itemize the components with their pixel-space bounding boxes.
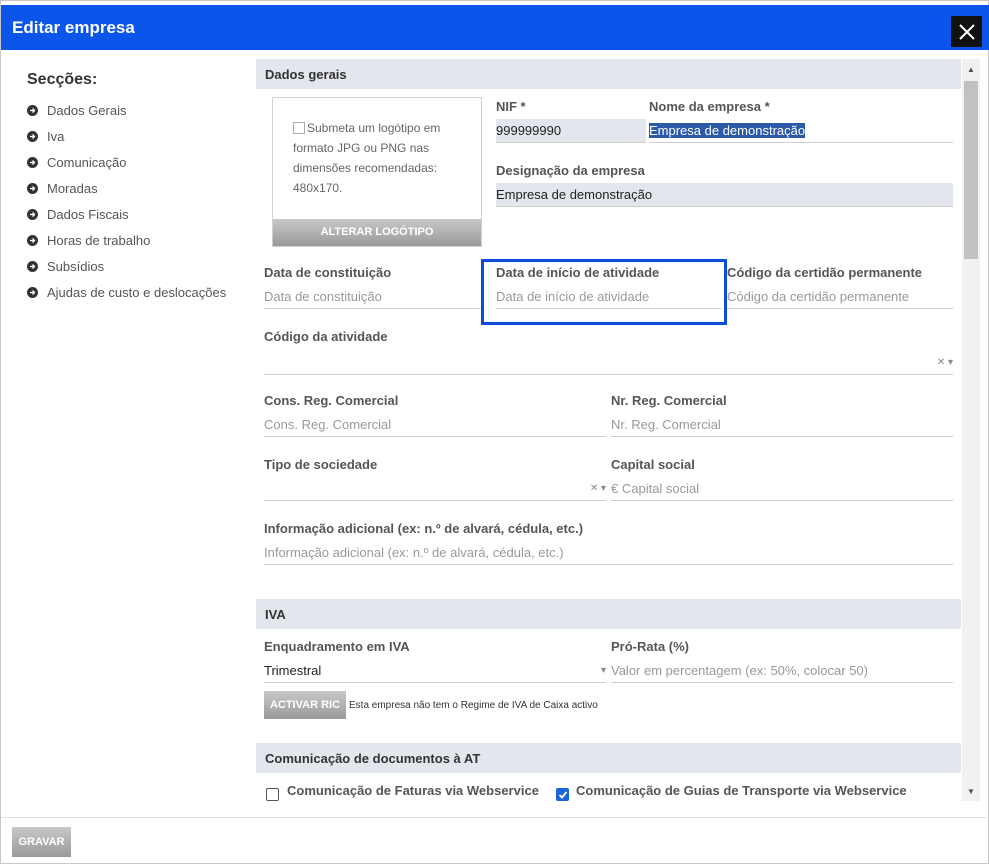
sidebar-item-label: Subsídios — [47, 258, 105, 274]
nr-reg-placeholder: Nr. Reg. Comercial — [611, 417, 721, 432]
arrow-circle-icon — [27, 156, 38, 168]
activity-code-select[interactable]: ✕ ▾ — [264, 351, 953, 375]
additional-info-label: Informação adicional (ex: n.º de alvará,… — [264, 521, 584, 536]
sidebar-item-comunicacao[interactable]: Comunicação — [27, 149, 247, 175]
sidebar-item-label: Iva — [47, 128, 65, 144]
sidebar-item-dados-gerais[interactable]: Dados Gerais — [27, 97, 247, 123]
logo-alt-text: Submeta um logótipo em formato JPG ou PN… — [293, 121, 441, 195]
company-name-value: Empresa de demonstração — [649, 123, 806, 138]
arrow-circle-icon — [27, 234, 38, 246]
company-type-select[interactable]: ✕ ▾ — [264, 477, 606, 501]
edit-company-dialog: Editar empresa Secções: Dados Gerais Iva… — [0, 0, 989, 864]
invoices-webservice-checkbox[interactable] — [266, 788, 279, 801]
clear-caret-icon[interactable]: ✕ ▾ — [937, 357, 953, 368]
cons-reg-label: Cons. Reg. Comercial — [264, 393, 399, 408]
chevron-down-icon: ▾ — [600, 665, 606, 676]
change-logo-button[interactable]: ALTERAR LOGÓTIPO — [273, 219, 481, 246]
sections-sidebar: Secções: Dados Gerais Iva Comunicação Mo… — [27, 71, 247, 305]
arrow-circle-icon — [27, 208, 38, 220]
sidebar-item-label: Ajudas de custo e deslocações — [47, 284, 227, 300]
ric-status-note: Esta empresa não tem o Regime de IVA de … — [349, 700, 598, 711]
sidebar-item-label: Dados Gerais — [47, 102, 127, 118]
certificate-code-input[interactable]: Código da certidão permanente — [727, 285, 953, 309]
arrow-circle-icon — [27, 182, 38, 194]
dialog-titlebar: Editar empresa — [1, 5, 989, 50]
invoices-webservice-label[interactable]: Comunicação de Faturas via Webservice — [287, 783, 539, 798]
designation-label: Designação da empresa — [496, 163, 645, 178]
save-button[interactable]: GRAVAR — [12, 827, 71, 857]
scroll-thumb[interactable] — [964, 81, 978, 259]
close-icon — [958, 23, 975, 40]
activity-start-label: Data de início de atividade — [496, 265, 660, 280]
company-name-label: Nome da empresa * — [649, 99, 770, 114]
transport-guides-webservice-checkbox[interactable] — [556, 788, 569, 801]
activity-start-input[interactable]: Data de início de atividade — [496, 285, 721, 309]
nr-reg-input[interactable]: Nr. Reg. Comercial — [611, 413, 953, 437]
vat-regime-select[interactable]: Trimestral ▾ — [264, 659, 606, 683]
vat-regime-label: Enquadramento em IVA — [264, 639, 410, 654]
nr-reg-label: Nr. Reg. Comercial — [611, 393, 727, 408]
additional-info-input[interactable]: Informação adicional (ex: n.º de alvará,… — [264, 541, 953, 565]
nif-label: NIF * — [496, 99, 526, 114]
sidebar-item-label: Moradas — [47, 180, 98, 196]
close-button[interactable] — [951, 16, 982, 47]
constitution-date-input[interactable]: Data de constituição — [264, 285, 482, 309]
dialog-title: Editar empresa — [12, 18, 135, 37]
footer-divider — [1, 817, 989, 818]
activity-code-label: Código da atividade — [264, 329, 388, 344]
clear-caret-icon[interactable]: ✕ ▾ — [590, 483, 606, 494]
cons-reg-placeholder: Cons. Reg. Comercial — [264, 417, 392, 432]
arrow-circle-icon — [27, 130, 38, 142]
sidebar-item-subsidios[interactable]: Subsídios — [27, 253, 247, 279]
certificate-code-label: Código da certidão permanente — [727, 265, 923, 280]
form-content: Dados gerais Submeta um logótipo em form… — [256, 59, 961, 819]
transport-guides-webservice-label[interactable]: Comunicação de Guias de Transporte via W… — [576, 783, 907, 798]
designation-input[interactable]: Empresa de demonstração — [496, 183, 953, 207]
nif-input[interactable]: 999999990 — [496, 119, 646, 143]
arrow-circle-icon — [27, 260, 38, 272]
constitution-date-placeholder: Data de constituição — [264, 289, 382, 304]
activity-start-placeholder: Data de início de atividade — [496, 289, 650, 304]
sidebar-item-dados-fiscais[interactable]: Dados Fiscais — [27, 201, 247, 227]
section-iva: IVA — [256, 599, 961, 629]
pro-rata-input[interactable]: Valor em percentagem (ex: 50%, colocar 5… — [611, 659, 953, 683]
section-comunicacao: Comunicação de documentos à AT — [256, 743, 961, 773]
certificate-code-placeholder: Código da certidão permanente — [727, 289, 910, 304]
cons-reg-input[interactable]: Cons. Reg. Comercial — [264, 413, 606, 437]
sidebar-item-iva[interactable]: Iva — [27, 123, 247, 149]
sidebar-item-ajudas-custo[interactable]: Ajudas de custo e deslocações — [27, 279, 247, 305]
nif-value: 999999990 — [496, 123, 562, 138]
sidebar-item-label: Comunicação — [47, 154, 127, 170]
scroll-up-arrow-icon[interactable]: ▲ — [962, 61, 980, 77]
sidebar-item-moradas[interactable]: Moradas — [27, 175, 247, 201]
logo-placeholder: Submeta um logótipo em formato JPG ou PN… — [293, 118, 473, 198]
content-scrollbar[interactable]: ▲ ▼ — [962, 59, 980, 801]
scroll-down-arrow-icon[interactable]: ▼ — [962, 783, 980, 799]
designation-value: Empresa de demonstração — [496, 187, 653, 202]
checkmark-icon — [558, 790, 567, 799]
sidebar-heading: Secções: — [27, 71, 98, 88]
pro-rata-label: Pró-Rata (%) — [611, 639, 690, 654]
arrow-circle-icon — [27, 104, 38, 116]
constitution-date-label: Data de constituição — [264, 265, 392, 280]
capital-placeholder: € Capital social — [611, 481, 700, 496]
sidebar-item-horas-trabalho[interactable]: Horas de trabalho — [27, 227, 247, 253]
broken-image-icon — [293, 122, 305, 134]
vat-regime-value: Trimestral — [264, 663, 322, 678]
activate-ric-button[interactable]: ACTIVAR RIC — [264, 691, 346, 719]
sidebar-item-label: Horas de trabalho — [47, 232, 151, 248]
arrow-circle-icon — [27, 286, 38, 298]
logo-upload-box[interactable]: Submeta um logótipo em formato JPG ou PN… — [272, 97, 482, 247]
pro-rata-placeholder: Valor em percentagem (ex: 50%, colocar 5… — [611, 663, 868, 678]
company-type-label: Tipo de sociedade — [264, 457, 378, 472]
sidebar-item-label: Dados Fiscais — [47, 206, 129, 222]
company-name-input[interactable]: Empresa de demonstração — [649, 119, 953, 143]
capital-input[interactable]: € Capital social — [611, 477, 953, 501]
section-dados-gerais: Dados gerais — [256, 59, 961, 89]
capital-label: Capital social — [611, 457, 695, 472]
additional-info-placeholder: Informação adicional (ex: n.º de alvará,… — [264, 545, 564, 560]
